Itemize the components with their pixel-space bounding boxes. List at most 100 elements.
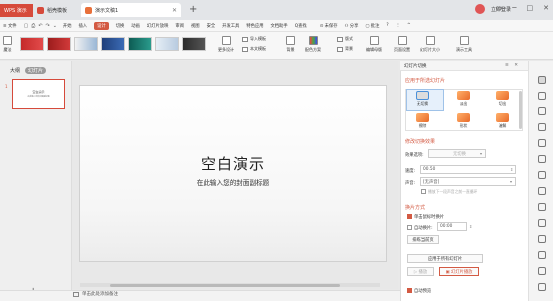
theme-thumb-7[interactable] [182, 37, 206, 51]
menu-animation[interactable]: 动画 [131, 23, 140, 29]
slide-size-button[interactable]: 幻灯片大小 [420, 36, 440, 53]
notes-placeholder[interactable]: 单击此处添加备注 [82, 291, 118, 297]
sound-select[interactable]: [无声音] [420, 177, 516, 186]
star-icon[interactable] [538, 155, 546, 163]
slide-subtitle[interactable]: 在此输入您的封面副标题 [79, 177, 387, 187]
transition-fade[interactable]: 淡出 [457, 91, 470, 107]
auto-advance-checkbox[interactable] [407, 225, 412, 230]
layers-icon[interactable] [538, 267, 546, 275]
theme-thumb-5[interactable] [128, 37, 152, 51]
layout-icon[interactable]: ▭ [496, 4, 503, 12]
loop-checkbox[interactable] [421, 189, 426, 194]
menu-transition[interactable]: 切换 [116, 23, 125, 29]
stepper-icon[interactable]: ⇕ [510, 167, 513, 172]
menu-slideshow[interactable]: 幻灯片放映 [147, 23, 168, 29]
shape-icon[interactable] [538, 107, 546, 115]
grid-icon [221, 36, 231, 45]
menu-view[interactable]: 视图 [191, 23, 200, 29]
print-icon[interactable]: ⎙ [31, 23, 35, 29]
click-advance-checkbox[interactable] [407, 214, 412, 219]
background-small-button[interactable]: 背景 [337, 46, 353, 52]
rehearse-button[interactable]: 排练当前页 [407, 235, 439, 244]
menu-search[interactable]: Q查找 [295, 23, 307, 29]
panel-controls[interactable]: ≡ ✕ [505, 63, 520, 68]
background-button[interactable]: 背景 [286, 36, 295, 53]
transition-cut[interactable]: 切出 [496, 91, 509, 107]
unsaved-indicator[interactable]: ⊙ 未保存 [320, 23, 338, 29]
edit-master-button[interactable]: 编辑母版 [366, 36, 382, 53]
menu-features[interactable]: 特色应用 [246, 23, 263, 29]
transition-dissolve[interactable]: 溶解 [496, 113, 509, 129]
avatar[interactable] [475, 4, 485, 14]
redo-icon[interactable]: ↷ [46, 23, 50, 29]
edit-master-label: 编辑母版 [366, 47, 382, 52]
menu-review[interactable]: 审阅 [175, 23, 184, 29]
magic-button[interactable]: 魔法 [3, 36, 12, 53]
play-button[interactable]: ▷ 播放 [407, 267, 434, 276]
tab-presentation[interactable]: 演示文稿1 ✕ [81, 3, 181, 17]
minimize-icon[interactable]: ─ [512, 4, 516, 12]
slide-title[interactable]: 空白演示 [79, 153, 387, 174]
share-icon[interactable] [538, 203, 546, 211]
layout-button[interactable]: 版式 [337, 36, 353, 42]
collapse-ribbon-icon[interactable]: ^ [407, 23, 411, 28]
slide-thumbnail[interactable] [12, 79, 65, 109]
gallery-scrollbar[interactable] [519, 91, 522, 129]
magic-label: 魔法 [3, 47, 12, 52]
more-design-button[interactable]: 更多设计 [218, 36, 234, 53]
help-circle-icon[interactable] [538, 187, 546, 195]
text-template-button[interactable]: 本文模板 [242, 46, 266, 52]
more-tools-icon[interactable] [538, 283, 546, 291]
maximize-icon[interactable]: □ [527, 4, 534, 12]
transition-shape[interactable]: 形状 [457, 113, 470, 129]
transition-none[interactable]: 无切换 [416, 91, 429, 107]
slideshow-button[interactable]: ▣ 幻灯片播放 [439, 267, 479, 276]
file-menu[interactable]: ≡ 文件 [3, 23, 17, 29]
properties-icon[interactable] [538, 139, 546, 147]
comment-button[interactable]: ▢ 批注 [365, 23, 379, 29]
grid-view-icon[interactable] [538, 251, 546, 259]
theme-thumb-4[interactable] [101, 37, 125, 51]
speed-field[interactable]: 00.50 [420, 165, 516, 174]
chart-icon[interactable] [538, 219, 546, 227]
more-icon[interactable]: ⋮ [396, 23, 400, 28]
theme-thumb-6[interactable] [155, 37, 179, 51]
menu-security[interactable]: 安全 [207, 23, 216, 29]
tab-slides[interactable]: 幻灯片 [25, 67, 47, 74]
import-template-button[interactable]: 导入模板 [242, 36, 266, 42]
scrollbar-thumb[interactable] [110, 283, 340, 287]
effect-options-select[interactable]: 无切换 [428, 149, 486, 158]
apply-all-button[interactable]: 应用于所有幻灯片 [407, 254, 483, 263]
share-button[interactable]: ⚇ 分享 [345, 23, 359, 29]
theme-thumb-3[interactable] [74, 37, 98, 51]
menu-design[interactable]: 设计 [94, 21, 109, 30]
transition-panel-icon[interactable] [538, 76, 546, 84]
save-icon[interactable]: ▢ [24, 23, 29, 29]
close-icon[interactable]: ✕ [172, 7, 177, 14]
color-scheme-button[interactable]: 配色方案 [305, 36, 321, 53]
tab-wps-home[interactable]: WPS 演示 [0, 4, 33, 17]
page-setup-button[interactable]: 页面设置 [394, 36, 410, 53]
new-tab-button[interactable]: + [189, 4, 197, 15]
transition-wipe[interactable]: 擦除 [416, 113, 429, 129]
animation-icon[interactable] [538, 92, 546, 100]
undo-icon[interactable]: ↶ [38, 23, 42, 29]
chevron-down-icon[interactable]: ⌄ [53, 23, 57, 29]
gear-icon[interactable] [538, 171, 546, 179]
menu-doc-assistant[interactable]: 文档助手 [271, 23, 288, 29]
auto-advance-time[interactable]: 00:00 [437, 222, 467, 231]
help-icon[interactable]: ? [386, 23, 388, 28]
presentation-tools-button[interactable]: 演示工具 [456, 36, 472, 53]
menu-dev-tools[interactable]: 开发工具 [222, 23, 239, 29]
theme-thumb-2[interactable] [47, 37, 71, 51]
menu-start[interactable]: 开始 [63, 23, 72, 29]
autopreview-checkbox[interactable] [407, 288, 412, 293]
theme-thumb-1[interactable] [20, 37, 44, 51]
tab-template[interactable]: 稻壳模板 [33, 3, 81, 17]
selection-icon[interactable] [538, 123, 546, 131]
expand-icon[interactable] [538, 235, 546, 243]
stepper-icon[interactable]: ⇕ [469, 224, 472, 229]
menu-insert[interactable]: 插入 [79, 23, 88, 29]
close-window-icon[interactable]: ✕ [543, 4, 549, 12]
tab-outline[interactable]: 大纲 [10, 67, 20, 74]
